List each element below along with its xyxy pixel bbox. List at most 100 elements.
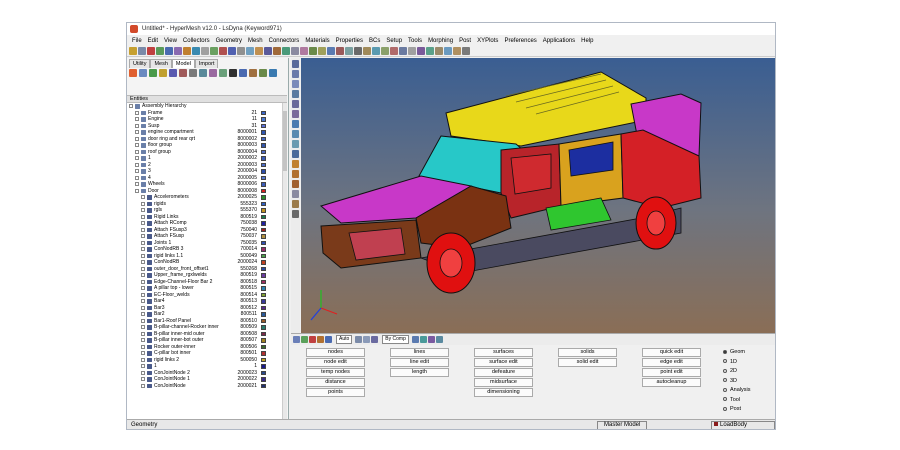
help-icon[interactable] — [462, 47, 470, 55]
expand-toggle[interactable] — [135, 130, 139, 134]
color-swatch[interactable] — [261, 370, 266, 375]
menu-view[interactable]: View — [161, 38, 180, 44]
wireframe-icon[interactable] — [327, 47, 335, 55]
color-swatch[interactable] — [261, 110, 266, 115]
node-icon[interactable] — [390, 47, 398, 55]
expand-toggle[interactable] — [141, 377, 145, 381]
expand-toggle[interactable] — [141, 299, 145, 303]
reverse-icon[interactable] — [159, 69, 167, 77]
pan-view-icon[interactable] — [292, 190, 299, 198]
shading-icon[interactable] — [318, 47, 326, 55]
section-icon[interactable] — [372, 47, 380, 55]
node-edit-button[interactable]: node edit — [306, 358, 365, 367]
color-swatch[interactable] — [261, 318, 266, 323]
view-front-icon[interactable] — [291, 47, 299, 55]
radio-dot[interactable] — [723, 397, 727, 402]
expand-toggle[interactable] — [135, 143, 139, 147]
constraint-icon[interactable] — [444, 47, 452, 55]
color-swatch[interactable] — [261, 325, 266, 330]
line-edit-button[interactable]: line edit — [390, 358, 449, 367]
color-swatch[interactable] — [261, 149, 266, 154]
tree-scrollbar[interactable] — [282, 103, 287, 419]
color-icon[interactable] — [249, 69, 257, 77]
expand-toggle[interactable] — [135, 182, 139, 186]
expand-toggle[interactable] — [141, 279, 145, 284]
shading-icon[interactable] — [411, 336, 419, 343]
color-swatch[interactable] — [261, 331, 266, 336]
auto-select[interactable]: Auto — [336, 335, 353, 344]
filter-icon[interactable] — [189, 69, 197, 77]
hide-all-icon[interactable] — [139, 69, 147, 77]
expand-toggle[interactable] — [141, 292, 145, 297]
color-swatch[interactable] — [261, 273, 266, 278]
expand-toggle[interactable] — [141, 195, 145, 199]
pan-icon[interactable] — [192, 47, 200, 55]
page-radio-post[interactable]: Post — [723, 405, 741, 413]
display-icon[interactable] — [325, 336, 332, 343]
element-icon[interactable] — [399, 47, 407, 55]
page-radio-geom[interactable]: Geom — [723, 348, 745, 356]
mesh-display-icon[interactable] — [419, 336, 427, 343]
color-swatch[interactable] — [261, 208, 266, 213]
points-button[interactable]: points — [306, 388, 365, 397]
color-swatch[interactable] — [261, 240, 266, 245]
midsurface-button[interactable]: midsurface — [474, 378, 533, 387]
expand-toggle[interactable] — [141, 234, 145, 238]
organize-icon[interactable] — [259, 69, 267, 77]
visualization-icon[interactable] — [435, 336, 443, 343]
menu-edit[interactable]: Edit — [145, 38, 161, 44]
expand-toggle[interactable] — [141, 260, 145, 264]
open-icon[interactable] — [129, 47, 137, 55]
expand-toggle[interactable] — [141, 247, 145, 251]
delete-icon[interactable] — [309, 336, 316, 343]
expand-toggle[interactable] — [135, 156, 139, 160]
property-icon[interactable] — [417, 47, 425, 55]
expand-toggle[interactable] — [135, 123, 139, 128]
graphics-viewport[interactable] — [301, 58, 775, 333]
menu-materials[interactable]: Materials — [302, 38, 332, 44]
color-swatch[interactable] — [261, 234, 266, 239]
nodes-button[interactable]: nodes — [306, 348, 365, 357]
rotate-icon[interactable] — [363, 336, 371, 343]
color-swatch[interactable] — [261, 279, 266, 284]
redo-icon[interactable] — [174, 47, 182, 55]
distance-button[interactable]: distance — [306, 378, 365, 387]
expand-toggle[interactable] — [141, 370, 145, 375]
color-swatch[interactable] — [261, 344, 266, 349]
expand-toggle[interactable] — [135, 117, 139, 121]
material-icon[interactable] — [426, 47, 434, 55]
export-icon[interactable] — [156, 47, 164, 55]
tab-mesh[interactable]: Mesh — [150, 59, 172, 68]
page-radio-analysis[interactable]: Analysis — [723, 386, 750, 394]
expand-toggle[interactable] — [141, 273, 145, 277]
expand-toggle[interactable] — [135, 110, 139, 115]
surface-edit-button[interactable]: surface edit — [474, 358, 533, 367]
view-side-icon[interactable] — [300, 47, 308, 55]
save-icon[interactable] — [138, 47, 146, 55]
color-swatch[interactable] — [261, 305, 266, 310]
find-icon[interactable] — [209, 69, 217, 77]
expand-toggle[interactable] — [141, 253, 145, 258]
menu-morphing[interactable]: Morphing — [425, 38, 456, 44]
color-swatch[interactable] — [261, 266, 266, 271]
display-off-icon[interactable] — [239, 69, 247, 77]
color-swatch[interactable] — [261, 364, 266, 369]
expand-toggle[interactable] — [141, 286, 145, 290]
find-icon[interactable] — [246, 47, 254, 55]
color-swatch[interactable] — [261, 286, 266, 291]
tab-import[interactable]: Import — [194, 59, 219, 68]
dimensioning-button[interactable]: dimensioning — [474, 388, 533, 397]
radio-dot[interactable] — [723, 349, 727, 354]
mesh-lines-icon[interactable] — [336, 47, 344, 55]
tilt-icon[interactable] — [292, 110, 299, 118]
menu-collectors[interactable]: Collectors — [180, 38, 213, 44]
color-swatch[interactable] — [261, 156, 266, 161]
color-swatch[interactable] — [261, 162, 266, 167]
point-edit-button[interactable]: point edit — [642, 368, 701, 377]
model-selector[interactable]: Master Model — [597, 421, 648, 429]
radio-dot[interactable] — [723, 378, 727, 383]
menu-geometry[interactable]: Geometry — [213, 38, 245, 44]
view-yz-icon[interactable] — [292, 130, 299, 138]
color-swatch[interactable] — [261, 117, 266, 122]
quick-edit-button[interactable]: quick edit — [642, 348, 701, 357]
